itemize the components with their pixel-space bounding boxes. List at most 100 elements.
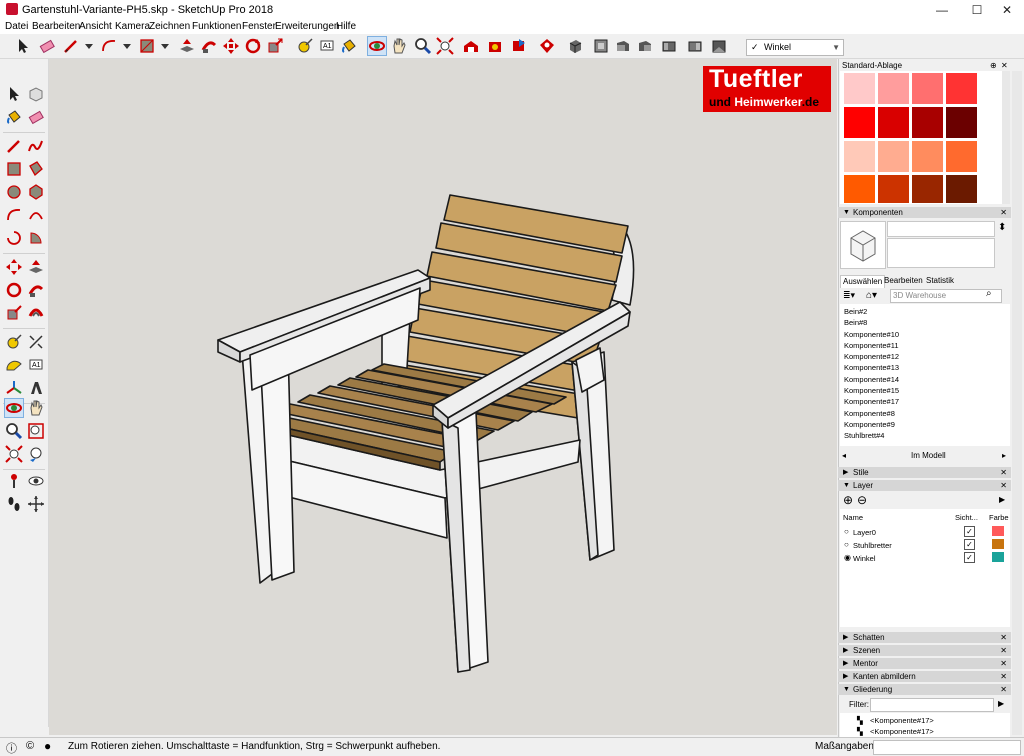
3d-text-icon[interactable] [27, 379, 45, 397]
previous-view-icon[interactable] [27, 445, 45, 463]
layers-panel-header[interactable]: ▼ Layer ✕ [838, 480, 1011, 491]
rectangle-icon[interactable] [138, 37, 156, 55]
styles-panel-header[interactable]: ▶ Stile ✕ [838, 467, 1011, 478]
zoom-icon[interactable] [5, 422, 23, 440]
select-icon[interactable] [14, 37, 32, 55]
close-icon[interactable]: ✕ [1000, 632, 1007, 643]
position-camera-icon[interactable] [5, 472, 23, 490]
pan-icon[interactable] [390, 37, 408, 55]
menu-erweiterungen[interactable]: Erweiterungen [275, 21, 339, 32]
paint-bucket-icon[interactable] [340, 37, 358, 55]
layer-radio-active[interactable]: ◉ [844, 553, 851, 562]
outliner-details-icon[interactable]: ▶ [998, 699, 1004, 708]
measurements-input[interactable] [873, 740, 1021, 755]
list-item[interactable]: Komponente#14 [844, 375, 899, 384]
scale-icon[interactable] [5, 304, 23, 322]
close-icon[interactable]: ✕ [1000, 671, 1007, 682]
close-icon[interactable]: ✕ [1000, 207, 1007, 218]
material-swatch[interactable] [946, 175, 977, 203]
two-point-arc-icon[interactable] [27, 206, 45, 224]
extension-warehouse-icon[interactable] [486, 37, 504, 55]
scenes-panel-header[interactable]: ▶ Szenen ✕ [838, 645, 1011, 656]
minimize-button[interactable]: — [925, 0, 959, 20]
list-item[interactable]: Komponente#11 [844, 341, 899, 350]
modeling-viewport[interactable] [49, 59, 837, 735]
geo-location-icon[interactable]: ⓘ [6, 740, 17, 756]
close-icon[interactable]: ✕ [1000, 658, 1007, 669]
list-item[interactable]: Komponente#9 [844, 420, 895, 429]
shadows-panel-header[interactable]: ▶ Schatten ✕ [838, 632, 1011, 643]
next-icon[interactable]: ▸ [1002, 450, 1006, 462]
menu-funktionen[interactable]: Funktionen [192, 21, 241, 32]
iso-view-icon[interactable] [566, 37, 584, 55]
scrollbar[interactable] [1002, 71, 1010, 204]
material-swatch[interactable] [946, 141, 977, 172]
chevron-down-icon[interactable] [80, 37, 93, 55]
close-button[interactable]: ✕ [990, 0, 1024, 20]
list-item[interactable]: Komponente#13 [844, 363, 899, 372]
layer-details-icon[interactable]: ▶ [999, 495, 1005, 504]
close-icon[interactable]: ✕ [1000, 645, 1007, 656]
mentor-panel-header[interactable]: ▶ Mentor ✕ [838, 658, 1011, 669]
close-icon[interactable]: ✕ [1000, 467, 1007, 478]
follow-me-icon[interactable] [27, 281, 45, 299]
move-icon[interactable] [222, 37, 240, 55]
material-swatch[interactable] [844, 107, 875, 138]
list-item[interactable]: Komponente#12 [844, 352, 899, 361]
component-details-icon[interactable]: ⬍ [998, 222, 1006, 233]
layer-color-swatch[interactable] [992, 552, 1004, 562]
select-icon[interactable] [5, 85, 23, 103]
chevron-down-icon[interactable] [118, 37, 131, 55]
tape-measure-icon[interactable] [296, 37, 314, 55]
list-item[interactable]: Bein#2 [844, 307, 867, 316]
section-plane-icon[interactable] [27, 495, 45, 513]
scale-icon[interactable] [266, 37, 284, 55]
menu-fenster[interactable]: Fenster [242, 21, 276, 32]
menu-hilfe[interactable]: Hilfe [336, 21, 356, 32]
material-swatch[interactable] [912, 141, 943, 172]
warehouse-icon[interactable] [462, 37, 480, 55]
material-swatch[interactable] [878, 107, 909, 138]
menu-bearbeiten[interactable]: Bearbeiten [32, 21, 80, 32]
outliner-panel-header[interactable]: ▼ Gliederung ✕ [838, 684, 1011, 695]
zoom-extents-icon[interactable] [5, 445, 23, 463]
close-icon[interactable]: ✕ [1001, 60, 1008, 71]
dimension-icon[interactable] [27, 333, 45, 351]
material-swatch[interactable] [844, 73, 875, 104]
component-description-field[interactable] [887, 238, 995, 268]
axes-icon[interactable] [5, 379, 23, 397]
eraser-icon[interactable] [27, 108, 45, 126]
list-item[interactable]: Komponente#10 [844, 330, 899, 339]
material-swatch[interactable] [878, 141, 909, 172]
material-swatch[interactable] [844, 175, 875, 203]
text-icon[interactable]: A1 [318, 37, 336, 55]
list-item[interactable]: Komponente#15 [844, 386, 899, 395]
rectangle-icon[interactable] [5, 160, 23, 178]
menu-ansicht[interactable]: Ansicht [79, 21, 112, 32]
arc-icon[interactable] [100, 37, 118, 55]
rotate-icon[interactable] [5, 281, 23, 299]
tab-auswaehlen[interactable]: Auswählen [840, 275, 886, 288]
layer-name[interactable]: Stuhlbretter [853, 541, 892, 550]
outliner-filter-input[interactable] [870, 698, 994, 712]
components-panel-header[interactable]: ▼ Komponenten ✕ [838, 207, 1011, 218]
previous-icon[interactable]: ◂ [842, 450, 846, 462]
remove-layer-icon[interactable]: ⊖ [857, 493, 867, 507]
follow-me-icon[interactable] [200, 37, 218, 55]
line-icon[interactable] [62, 37, 80, 55]
paint-bucket-icon[interactable] [5, 108, 23, 126]
credits-icon[interactable]: © [26, 740, 34, 752]
push-pull-icon[interactable] [27, 258, 45, 276]
material-swatch[interactable] [912, 107, 943, 138]
home-icon[interactable]: ⌂▾ [866, 290, 877, 301]
layer-visible-checkbox[interactable]: ✓ [964, 552, 975, 563]
pan-icon[interactable] [27, 399, 45, 417]
soften-edges-panel-header[interactable]: ▶ Kanten abmildern ✕ [838, 671, 1011, 682]
material-swatch[interactable] [878, 175, 909, 203]
material-swatch[interactable] [912, 175, 943, 203]
material-swatch[interactable] [946, 73, 977, 104]
tray-scrollbar[interactable] [1012, 71, 1022, 735]
pie-icon[interactable] [27, 229, 45, 247]
push-pull-icon[interactable] [178, 37, 196, 55]
back-view-icon[interactable] [660, 37, 678, 55]
